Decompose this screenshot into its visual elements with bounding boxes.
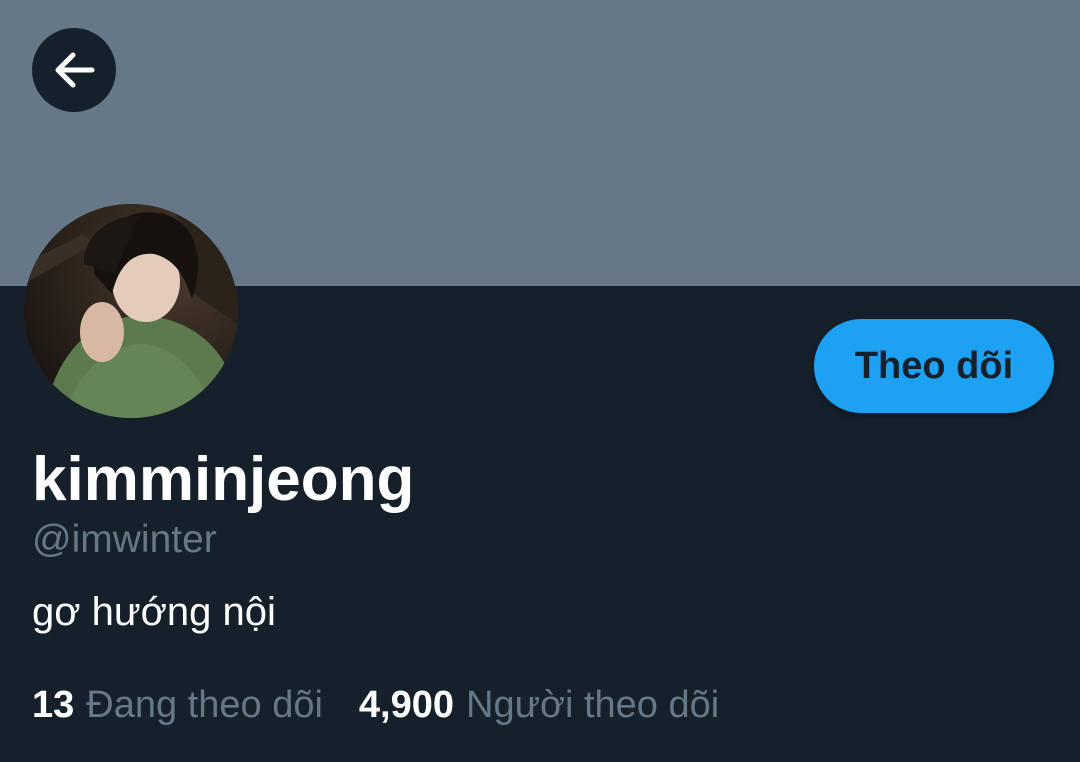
follow-button[interactable]: Theo dõi: [814, 319, 1054, 413]
profile-bio: gơ hướng nội: [32, 590, 276, 634]
display-name: kimminjeong: [32, 445, 415, 514]
back-button[interactable]: [32, 28, 116, 112]
followers-count: 4,900: [358, 684, 455, 726]
arrow-left-icon: [55, 52, 95, 88]
avatar-photo: [24, 204, 238, 418]
profile-stats: 13 Đang theo dõi 4,900 Người theo dõi: [32, 680, 719, 730]
following-label: Đang theo dõi: [86, 684, 323, 726]
avatar[interactable]: [24, 204, 238, 418]
user-handle: @imwinter: [32, 518, 217, 561]
following-stat[interactable]: 13 Đang theo dõi: [32, 680, 323, 730]
followers-stat[interactable]: 4,900 Người theo dõi: [359, 680, 719, 730]
followers-label: Người theo dõi: [466, 684, 720, 726]
following-count: 13: [32, 684, 75, 726]
